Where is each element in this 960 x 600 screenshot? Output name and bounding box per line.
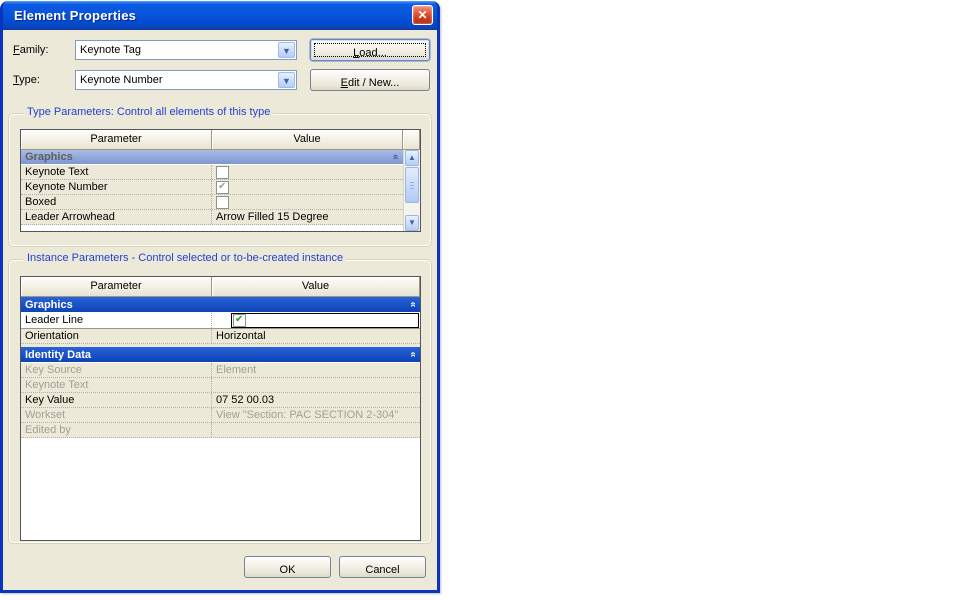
edit-new-button[interactable]: Edit / New...	[310, 69, 430, 91]
scrollbar-thumb[interactable]	[405, 167, 419, 203]
chevron-down-icon: ▼	[282, 46, 291, 56]
scroll-up-button[interactable]: ▲	[405, 150, 419, 166]
window-title: Element Properties	[14, 8, 137, 23]
collapse-icon[interactable]: »	[406, 348, 421, 362]
row-leader-arrowhead[interactable]: Leader Arrowhead Arrow Filled 15 Degree	[21, 210, 403, 225]
cancel-button[interactable]: Cancel	[339, 556, 426, 578]
type-label: Type:	[13, 74, 40, 86]
row-orientation[interactable]: Orientation Horizontal	[21, 329, 420, 344]
scroll-down-icon: ▼	[408, 218, 416, 227]
group-row-identity-data[interactable]: Identity Data »	[21, 347, 420, 363]
keynote-number-checkbox	[216, 181, 229, 194]
row-workset: Workset View "Section: PAC SECTION 2-304…	[21, 408, 420, 423]
load-button[interactable]: Load...	[310, 39, 430, 61]
group-row-graphics[interactable]: Graphics »	[21, 150, 403, 165]
dialog-client-area: Family: Keynote Tag ▼ Load... Type: Keyn…	[3, 30, 437, 590]
collapse-icon[interactable]: »	[389, 150, 403, 164]
row-edited-by: Edited by	[21, 423, 420, 438]
instance-table-header: Parameter Value	[21, 277, 420, 297]
family-combobox-value: Keynote Tag	[80, 44, 141, 56]
column-header-value[interactable]: Value	[212, 130, 403, 150]
leader-line-value-field[interactable]	[231, 313, 419, 328]
chevron-down-icon: ▼	[282, 76, 291, 86]
family-label: Family:	[13, 44, 49, 56]
row-boxed[interactable]: Boxed	[21, 195, 403, 210]
close-icon: ✕	[417, 8, 428, 22]
instance-parameters-table: Parameter Value Graphics » Leader Line ✔…	[20, 276, 421, 541]
keynote-text-checkbox[interactable]	[216, 166, 229, 179]
family-combobox-dropdown-button[interactable]: ▼	[278, 42, 295, 58]
column-header-value[interactable]: Value	[212, 277, 420, 297]
table-empty-area	[21, 439, 420, 540]
leader-line-checkbox[interactable]	[233, 314, 246, 327]
type-parameters-legend: Type Parameters: Control all elements of…	[24, 106, 274, 118]
row-key-value[interactable]: Key Value 07 52 00.03	[21, 393, 420, 408]
element-properties-dialog: Element Properties ✕ Family: Keynote Tag…	[0, 1, 440, 593]
ok-button[interactable]: OK	[244, 556, 331, 578]
row-keynote-number[interactable]: Keynote Number	[21, 180, 403, 195]
type-table-header: Parameter Value	[21, 130, 420, 150]
family-combobox[interactable]: Keynote Tag ▼	[75, 40, 297, 60]
row-keynote-text[interactable]: Keynote Text	[21, 165, 403, 180]
type-parameters-table: Parameter Value Graphics » Keynote Text …	[20, 129, 421, 232]
group-row-graphics[interactable]: Graphics »	[21, 297, 420, 313]
type-table-scrollbar[interactable]: ▲ ▼	[403, 150, 420, 231]
titlebar[interactable]: Element Properties ✕	[3, 1, 437, 30]
type-combobox-value: Keynote Number	[80, 74, 163, 86]
type-combobox-dropdown-button[interactable]: ▼	[278, 72, 295, 88]
boxed-checkbox[interactable]	[216, 196, 229, 209]
scroll-up-icon: ▲	[408, 153, 416, 162]
column-header-parameter[interactable]: Parameter	[21, 277, 212, 297]
collapse-icon[interactable]: »	[406, 298, 421, 312]
row-keynote-text: Keynote Text	[21, 378, 420, 393]
instance-parameters-legend: Instance Parameters - Control selected o…	[24, 252, 347, 264]
row-key-source: Key Source Element	[21, 363, 420, 378]
type-combobox[interactable]: Keynote Number ▼	[75, 70, 297, 90]
close-button[interactable]: ✕	[412, 5, 433, 25]
scroll-down-button[interactable]: ▼	[405, 215, 419, 231]
column-header-parameter[interactable]: Parameter	[21, 130, 212, 150]
row-leader-line[interactable]: Leader Line	[21, 313, 420, 329]
desktop-background: Element Properties ✕ Family: Keynote Tag…	[0, 0, 960, 600]
